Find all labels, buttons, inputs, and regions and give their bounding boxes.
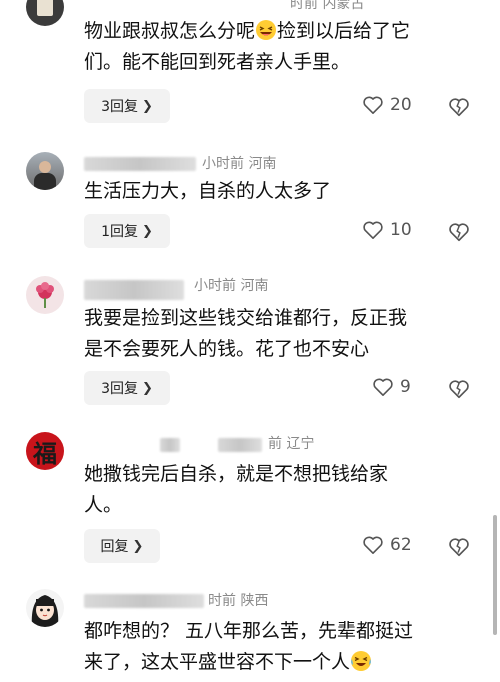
redacted-username — [84, 594, 204, 608]
avatar[interactable] — [26, 276, 64, 314]
comment-text: 她撒钱完后自杀，就是不想把钱给家 人。 — [84, 459, 484, 521]
cartoon-girl-icon — [31, 595, 59, 627]
heart-outline-icon — [373, 378, 393, 396]
avatar[interactable] — [26, 0, 64, 26]
redacted-username — [84, 157, 196, 171]
chevron-right-icon: ❯ — [142, 223, 153, 239]
comment-text-part: 捡到以后给了它 — [277, 20, 411, 42]
comment-text: 物业跟叔叔怎么分呢 捡到以后给了它 们。能不能回到死者亲人手里。 — [84, 16, 484, 78]
reply-label: 回复 — [100, 539, 129, 555]
chevron-right-icon: ❯ — [142, 98, 153, 114]
comment-text-part: 生活压力大，自杀的人太多了 — [84, 180, 332, 202]
broken-heart-icon[interactable] — [448, 221, 470, 243]
view-replies-button[interactable]: 3回复 ❯ — [84, 89, 170, 123]
avatar[interactable] — [26, 152, 64, 190]
like-count: 20 — [390, 95, 412, 115]
comment-text: 都咋想的？ 五八年那么苦，先辈都挺过 来了，这太平盛世容不下一个人 — [84, 616, 484, 678]
crying-laugh-emoji-icon — [350, 650, 372, 672]
chevron-right-icon: ❯ — [132, 538, 144, 554]
view-replies-button[interactable]: 1回复 ❯ — [84, 214, 170, 248]
comment-text-part: 们。能不能回到死者亲人手里。 — [84, 51, 351, 73]
redacted-username — [84, 280, 184, 300]
broken-heart-icon[interactable] — [448, 378, 470, 400]
comment-text-part: 人。 — [84, 494, 123, 516]
comment-meta: 时前 陕西 — [208, 593, 269, 609]
scrollbar[interactable] — [493, 515, 497, 635]
view-replies-button[interactable]: 3回复 ❯ — [84, 371, 170, 405]
avatar[interactable] — [26, 589, 64, 627]
reply-button[interactable]: 回复 ❯ — [84, 529, 160, 563]
comment-text-part: 她撒钱完后自杀，就是不想把钱给家 — [84, 463, 389, 485]
comment-text-part: 来了，这太平盛世容不下一个人 — [84, 651, 351, 673]
comment-text-part: 我要是捡到这些钱交给谁都行，反正我 — [84, 307, 408, 329]
comment-text-part: 物业跟叔叔怎么分呢 — [84, 20, 256, 42]
heart-outline-icon — [363, 96, 383, 114]
like-button[interactable]: 62 — [362, 535, 412, 555]
reply-label: 3回复 — [101, 99, 138, 115]
grinning-squint-emoji-icon — [255, 19, 277, 41]
chevron-right-icon: ❯ — [142, 380, 153, 396]
reply-label: 3回复 — [101, 381, 138, 397]
heart-outline-icon — [363, 536, 383, 554]
redacted-username — [160, 438, 180, 452]
broken-heart-icon[interactable] — [448, 536, 470, 558]
flower-icon — [36, 282, 54, 308]
avatar[interactable]: 福 — [26, 432, 64, 470]
comment-text-part: 都咋想的？ 五八年那么苦，先辈都挺过 — [84, 620, 414, 642]
comment-meta: 时前 内蒙古 — [290, 0, 365, 12]
avatar-character: 福 — [33, 438, 57, 468]
redacted-username — [218, 438, 262, 452]
comment-meta: 小时前 河南 — [194, 278, 269, 294]
like-count: 10 — [390, 220, 412, 240]
like-count: 62 — [390, 535, 412, 555]
comment-text-part: 是不会要死人的钱。花了也不安心 — [84, 338, 370, 360]
comment-meta: 小时前 河南 — [202, 156, 277, 172]
comment-text: 生活压力大，自杀的人太多了 — [84, 176, 484, 207]
comment-text: 我要是捡到这些钱交给谁都行，反正我 是不会要死人的钱。花了也不安心 — [84, 303, 484, 365]
comment-meta: 前 辽宁 — [268, 436, 315, 452]
reply-label: 1回复 — [101, 224, 138, 240]
like-button[interactable]: 9 — [372, 377, 411, 397]
like-button[interactable]: 20 — [362, 95, 412, 115]
broken-heart-icon[interactable] — [448, 96, 470, 118]
like-button[interactable]: 10 — [362, 220, 412, 240]
heart-outline-icon — [363, 221, 383, 239]
like-count: 9 — [400, 377, 411, 397]
